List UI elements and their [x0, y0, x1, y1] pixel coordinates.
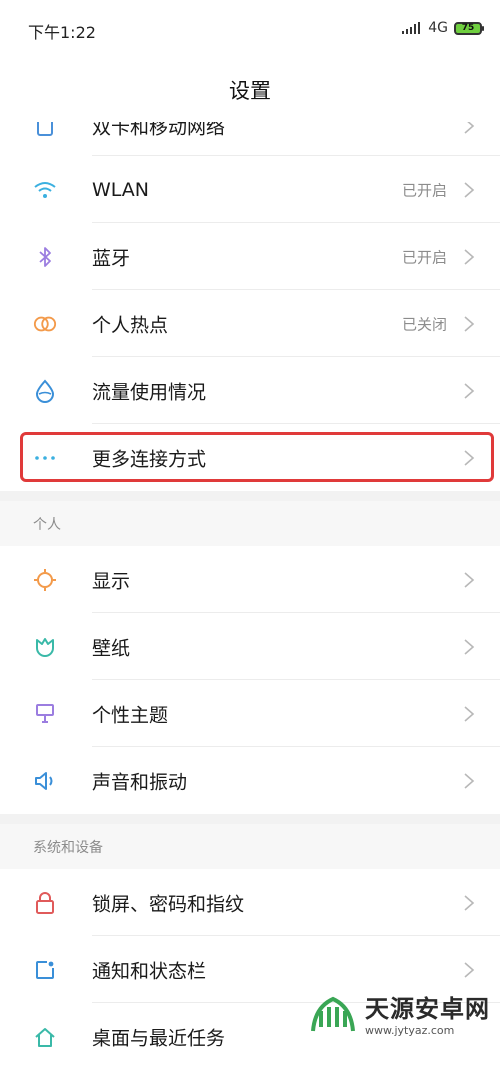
notification-icon	[33, 958, 57, 982]
chevron-right-icon	[464, 772, 475, 789]
chevron-right-icon	[464, 638, 475, 655]
section-header-personal: 个人	[0, 501, 500, 546]
wifi-icon	[33, 178, 57, 202]
hotspot-icon	[33, 312, 57, 336]
watermark: 天源安卓网 www.jytyaz.com	[307, 989, 490, 1037]
chevron-right-icon	[464, 248, 475, 265]
brush-icon	[33, 702, 57, 726]
chevron-right-icon	[464, 705, 475, 722]
setting-label: 蓝牙	[92, 247, 131, 269]
setting-value: 已关闭	[401, 315, 447, 333]
setting-row-display[interactable]: 显示	[0, 546, 500, 613]
setting-label: 个人热点	[92, 314, 169, 336]
watermark-title: 天源安卓网	[365, 995, 490, 1023]
section-gap	[0, 814, 500, 824]
battery-level: 75	[461, 22, 475, 33]
setting-row-bluetooth[interactable]: 蓝牙 已开启	[0, 223, 500, 290]
settings-list: 双卡和移动网络 WLAN 已开启 蓝牙 已开启 个人热点 已关闭 流量使用情况 …	[0, 96, 500, 1070]
lock-icon	[33, 891, 57, 915]
setting-label: 桌面与最近任务	[92, 1027, 226, 1049]
battery-icon: 75	[454, 21, 484, 35]
page-title: 设置	[229, 79, 271, 103]
setting-row-wallpaper[interactable]: 壁纸	[0, 613, 500, 680]
watermark-logo-icon	[311, 996, 355, 1032]
section-title: 系统和设备	[33, 839, 103, 856]
chevron-right-icon	[464, 181, 475, 198]
chevron-right-icon	[464, 449, 475, 466]
sun-icon	[33, 568, 57, 592]
signal-icon	[402, 22, 421, 34]
chevron-right-icon	[464, 382, 475, 399]
section-gap	[0, 491, 500, 501]
setting-label: 个性主题	[92, 704, 169, 726]
setting-label: 显示	[92, 570, 131, 592]
status-bar: 下午1:22 4G 75	[0, 0, 500, 58]
status-time: 下午1:22	[28, 23, 96, 42]
setting-label: 通知和状态栏	[92, 960, 207, 982]
chevron-right-icon	[464, 571, 475, 588]
setting-row-lockscreen[interactable]: 锁屏、密码和指纹	[0, 869, 500, 936]
setting-row-more-connections[interactable]: 更多连接方式	[0, 424, 500, 491]
section-title: 个人	[33, 516, 61, 533]
home-icon	[33, 1025, 57, 1049]
setting-row-themes[interactable]: 个性主题	[0, 680, 500, 747]
more-dots-icon	[33, 446, 57, 470]
watermark-url: www.jytyaz.com	[365, 1024, 455, 1037]
setting-label: 声音和振动	[92, 771, 188, 793]
setting-label: 壁纸	[92, 637, 131, 659]
status-indicators: 4G 75	[402, 18, 484, 38]
chevron-right-icon	[464, 894, 475, 911]
chevron-right-icon	[464, 315, 475, 332]
setting-label: 锁屏、密码和指纹	[92, 893, 245, 915]
tulip-icon	[33, 635, 57, 659]
setting-label: 更多连接方式	[92, 448, 207, 470]
chevron-right-icon	[464, 961, 475, 978]
setting-row-data-usage[interactable]: 流量使用情况	[0, 357, 500, 424]
setting-label: 流量使用情况	[92, 381, 207, 403]
network-type: 4G	[428, 20, 448, 36]
title-bar: 设置	[0, 58, 500, 122]
setting-row-wlan[interactable]: WLAN 已开启	[0, 156, 500, 223]
data-drop-icon	[33, 378, 57, 403]
setting-row-hotspot[interactable]: 个人热点 已关闭	[0, 290, 500, 357]
setting-row-sound[interactable]: 声音和振动	[0, 747, 500, 814]
section-header-system: 系统和设备	[0, 824, 500, 869]
speaker-icon	[33, 769, 57, 793]
bluetooth-icon	[33, 245, 57, 269]
setting-value: 已开启	[401, 181, 447, 199]
setting-value: 已开启	[401, 248, 447, 266]
setting-label: WLAN	[92, 178, 150, 201]
